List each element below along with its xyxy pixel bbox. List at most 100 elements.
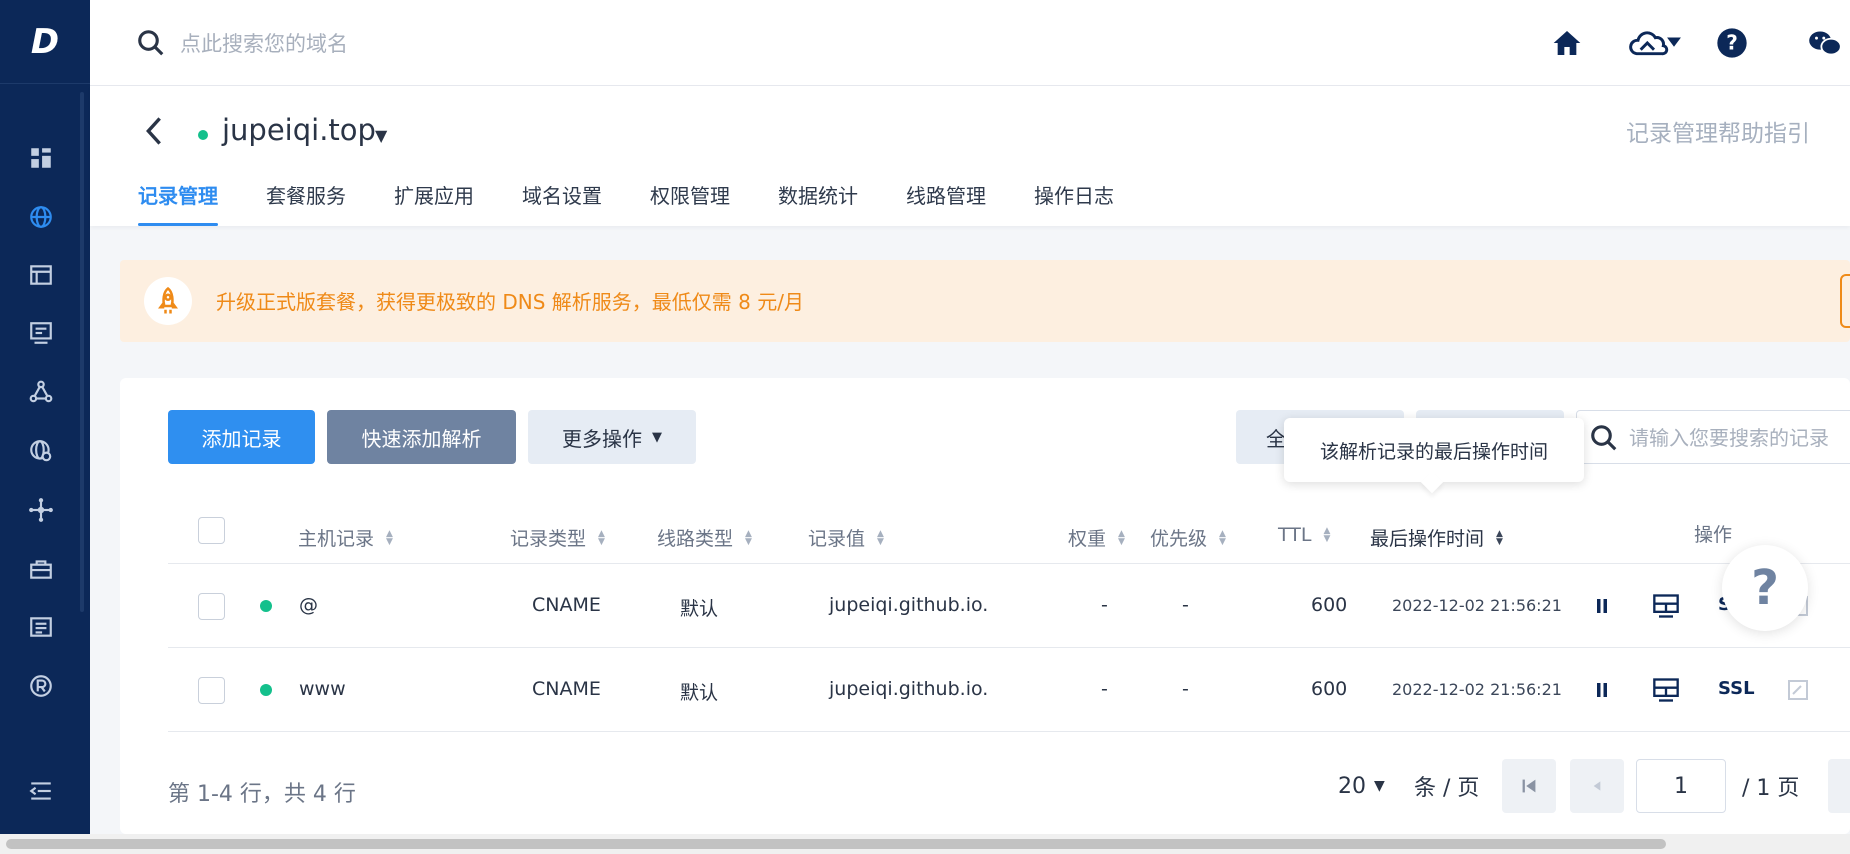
floating-help-button[interactable]: ? (1722, 545, 1808, 631)
help-icon[interactable]: ? (1715, 26, 1749, 60)
briefcase-icon[interactable] (27, 555, 55, 583)
note-icon[interactable] (1784, 676, 1812, 704)
sort-icon[interactable]: ▲ ▼ (877, 529, 884, 546)
monitor-icon[interactable] (1652, 676, 1680, 704)
chevron-down-icon: ▼ (652, 429, 662, 445)
tab-packages[interactable]: 套餐服务 (266, 180, 346, 226)
tab-extensions[interactable]: 扩展应用 (394, 180, 474, 226)
window-icon[interactable] (27, 261, 55, 289)
pause-icon[interactable] (1588, 592, 1616, 620)
sort-icon[interactable]: ▲ ▼ (598, 529, 605, 546)
domain-name[interactable]: jupeiqi.top (222, 113, 376, 147)
cell-last-modified: 2022-12-02 21:56:21 (1392, 680, 1562, 699)
sort-icon[interactable]: ▲ ▼ (1496, 529, 1503, 546)
search-icon (1591, 425, 1617, 451)
sort-icon[interactable]: ▲ ▼ (1323, 527, 1330, 544)
monitor-icon[interactable] (27, 319, 55, 347)
wechat-icon[interactable] (1808, 26, 1842, 60)
document-icon[interactable] (27, 613, 55, 641)
record-search-box (1576, 410, 1850, 464)
next-page-button[interactable] (1828, 759, 1850, 813)
column-ttl[interactable]: TTL ▲ ▼ (1278, 524, 1330, 546)
page-number-input[interactable] (1636, 759, 1726, 813)
monitor-icon[interactable] (1652, 592, 1680, 620)
first-page-button[interactable] (1502, 759, 1556, 813)
cell-value[interactable]: jupeiqi.github.io. (829, 594, 988, 616)
row-checkbox[interactable] (198, 593, 225, 620)
sort-icon[interactable]: ▲ ▼ (1118, 529, 1125, 546)
sidebar: D (0, 0, 90, 834)
cell-line[interactable]: 默认 (680, 678, 718, 705)
page-size-select[interactable]: 20 ▼ (1338, 759, 1385, 813)
cell-value[interactable]: jupeiqi.github.io. (829, 678, 988, 700)
tab-permissions[interactable]: 权限管理 (650, 180, 730, 226)
domain-dropdown-caret-icon[interactable]: ▼ (375, 126, 387, 145)
home-icon[interactable] (1550, 26, 1584, 60)
horizontal-scrollbar[interactable] (0, 834, 1850, 854)
last-modified-tooltip: 该解析记录的最后操作时间 (1284, 418, 1584, 482)
pause-icon[interactable] (1588, 676, 1616, 704)
record-status-dot (260, 684, 272, 696)
record-search-input[interactable] (1629, 423, 1849, 453)
cell-ttl[interactable]: 600 (1311, 678, 1347, 700)
cell-weight: - (1101, 594, 1108, 616)
banner-upgrade-button[interactable] (1840, 274, 1850, 328)
cell-line[interactable]: 默认 (680, 594, 718, 621)
registered-icon[interactable] (27, 672, 55, 700)
cell-host[interactable]: www (299, 678, 346, 700)
cell-weight: - (1101, 678, 1108, 700)
rocket-icon (144, 277, 192, 325)
svg-text:?: ? (1726, 31, 1738, 55)
column-actions: 操作 (1694, 524, 1733, 546)
back-icon[interactable] (140, 114, 168, 148)
cell-type[interactable]: CNAME (532, 678, 601, 700)
dashboard-icon[interactable] (27, 144, 55, 172)
globe-icon[interactable] (27, 203, 55, 231)
select-all-checkbox[interactable] (198, 517, 225, 544)
sort-icon[interactable]: ▲ ▼ (745, 529, 752, 546)
domain-search-input[interactable] (180, 28, 580, 60)
scrollbar-thumb[interactable] (6, 839, 1666, 849)
more-actions-button[interactable]: 更多操作 ▼ (528, 410, 696, 464)
sort-icon[interactable]: ▲ ▼ (1219, 529, 1226, 546)
banner-text: 升级正式版套餐，获得更极致的 DNS 解析服务，最低仅需 8 元/月 (216, 290, 804, 314)
add-record-button[interactable]: 添加记录 (168, 410, 315, 464)
globe-settings-icon[interactable] (27, 437, 55, 465)
collapse-icon[interactable] (27, 777, 55, 805)
prev-page-icon (1593, 781, 1601, 791)
tab-operation-log[interactable]: 操作日志 (1034, 180, 1114, 226)
quick-add-button[interactable]: 快速添加解析 (327, 410, 516, 464)
cell-priority: - (1182, 678, 1189, 700)
cell-type[interactable]: CNAME (532, 594, 601, 616)
search-icon (138, 30, 164, 56)
tab-lines[interactable]: 线路管理 (906, 180, 986, 226)
cell-ttl[interactable]: 600 (1311, 594, 1347, 616)
sidebar-scrollbar[interactable] (80, 92, 84, 612)
tab-records[interactable]: 记录管理 (138, 180, 218, 226)
column-weight[interactable]: 权重 ▲ ▼ (1068, 524, 1125, 551)
tab-domain-settings[interactable]: 域名设置 (522, 180, 602, 226)
column-type[interactable]: 记录类型 ▲ ▼ (510, 524, 605, 551)
tab-statistics[interactable]: 数据统计 (778, 180, 858, 226)
sort-icon[interactable]: ▲ ▼ (386, 529, 393, 546)
cell-priority: - (1182, 594, 1189, 616)
column-value[interactable]: 记录值 ▲ ▼ (808, 524, 884, 551)
cell-host[interactable]: @ (299, 594, 318, 616)
row-checkbox[interactable] (198, 677, 225, 704)
brand-logo[interactable]: D (0, 0, 90, 84)
help-guide-link[interactable]: 记录管理帮助指引 (1626, 114, 1810, 148)
cluster-icon[interactable] (27, 496, 55, 524)
ssl-button[interactable]: SSL (1718, 678, 1755, 699)
prev-page-button[interactable] (1570, 759, 1624, 813)
nodes-icon[interactable] (27, 378, 55, 406)
column-host[interactable]: 主机记录 ▲ ▼ (298, 524, 393, 551)
column-priority[interactable]: 优先级 ▲ ▼ (1150, 524, 1226, 551)
top-bar: ? (90, 0, 1850, 86)
column-last-modified[interactable]: 最后操作时间 ▲ ▼ (1370, 524, 1503, 551)
more-actions-label: 更多操作 (562, 426, 642, 451)
cloud-icon[interactable] (1626, 26, 1682, 60)
table-row: www CNAME 默认 jupeiqi.github.io. - - 600 … (168, 648, 1850, 732)
per-page-label: 条 / 页 (1414, 776, 1480, 801)
column-line[interactable]: 线路类型 ▲ ▼ (657, 524, 752, 551)
total-pages-label: / 1 页 (1742, 776, 1800, 801)
